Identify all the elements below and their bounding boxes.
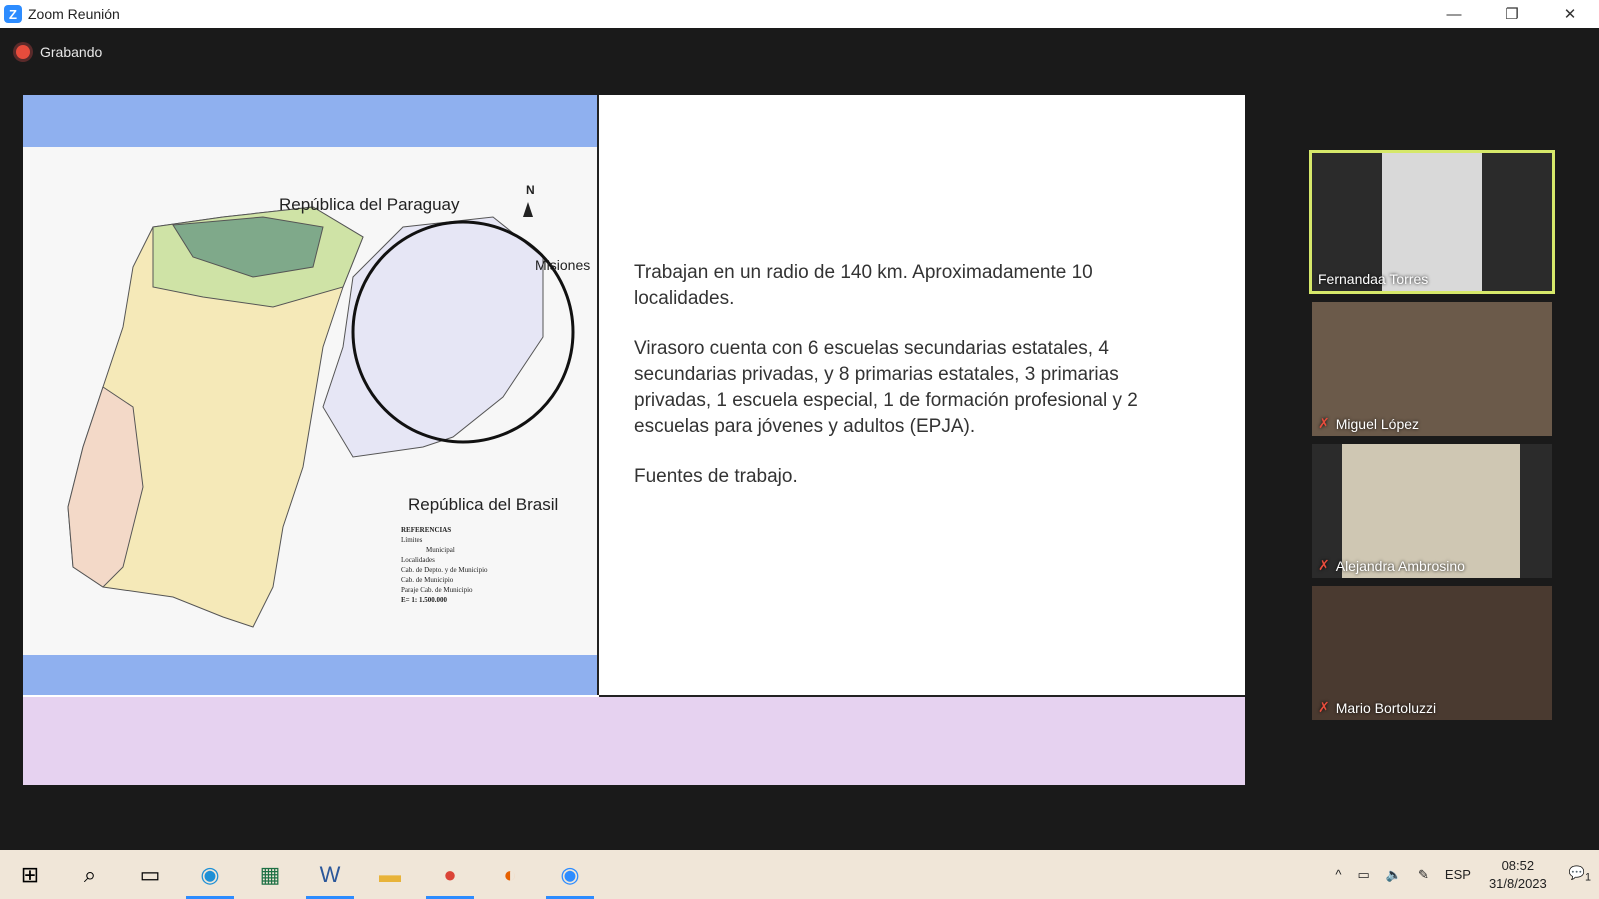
participant-tile[interactable]: ✗ Miguel López <box>1312 302 1552 436</box>
title-bar: Z Zoom Reunión — ❐ ✕ <box>0 0 1599 28</box>
excel-icon[interactable]: ▦ <box>240 850 300 899</box>
slide-paragraph: Fuentes de trabajo. <box>634 466 798 487</box>
recording-label: Grabando <box>40 44 103 60</box>
pen-icon[interactable]: ✎ <box>1418 867 1429 883</box>
participant-name-tag: ✗ Miguel López <box>1318 415 1420 432</box>
search-icon[interactable]: ⌕ <box>60 850 120 899</box>
participant-name-tag: Fernandaa Torres <box>1318 271 1429 287</box>
participant-tile[interactable]: ✗ Mario Bortoluzzi <box>1312 586 1552 720</box>
participant-gallery: Fernandaa Torres ✗ Miguel López ✗ Alejan… <box>1309 150 1558 728</box>
legend-item-3: Paraje Cab. de Municipio <box>401 586 473 594</box>
legend-item-2: Cab. de Municipio <box>401 576 454 584</box>
windows-taskbar: ⊞ ⌕ ▭ ◉ ▦ W ▬ ● ◐ ◉ ^ ▭ 🔈 ✎ ESP 08:52 31… <box>0 850 1599 899</box>
recording-indicator[interactable]: Grabando <box>16 44 102 60</box>
map-graphic <box>67 202 575 628</box>
clock-time: 08:52 <box>1501 857 1535 873</box>
legend-item-1: Cab. de Depto. y de Municipio <box>401 566 488 574</box>
chevron-up-icon[interactable]: ^ <box>1335 867 1341 882</box>
chrome-icon[interactable]: ● <box>420 850 480 899</box>
legend-municipal: Municipal <box>426 546 455 554</box>
minimize-button[interactable]: — <box>1425 0 1483 28</box>
legend-localidades: Localidades <box>401 556 435 564</box>
clock-date: 31/8/2023 <box>1488 875 1547 891</box>
shared-slide: República del Paraguay República del Bra… <box>23 95 1245 785</box>
legend-scale: E= 1: 1.500.000 <box>401 596 447 604</box>
slide-paragraph: Trabajan en un radio de 140 km. Aproxima… <box>634 262 1093 309</box>
window-title: Zoom Reunión <box>28 6 120 22</box>
legend-limits: Límites <box>401 536 423 544</box>
clock[interactable]: 08:52 31/8/2023 <box>1489 857 1547 893</box>
map-label-paraguay: República del Paraguay <box>279 195 460 214</box>
zoom-logo-icon: Z <box>4 5 22 23</box>
edge-browser-icon[interactable]: ◉ <box>180 850 240 899</box>
file-explorer-icon[interactable]: ▬ <box>360 850 420 899</box>
participant-name-tag: ✗ Mario Bortoluzzi <box>1318 699 1437 716</box>
volume-icon[interactable]: 🔈 <box>1386 867 1402 883</box>
participant-tile[interactable]: Fernandaa Torres <box>1309 150 1555 294</box>
window-controls: — ❐ ✕ <box>1425 0 1599 28</box>
battery-icon[interactable]: ▭ <box>1358 867 1370 883</box>
north-arrow-label: N <box>526 183 535 197</box>
system-tray: ^ ▭ 🔈 ✎ ESP 08:52 31/8/2023 💬1 <box>1327 850 1599 899</box>
record-icon <box>16 45 30 59</box>
map-label-brasil: República del Brasil <box>408 495 559 514</box>
legend-title: REFERENCIAS <box>401 526 452 534</box>
map-label-misiones: Misiones <box>535 257 591 273</box>
meeting-area: Grabando República del Paraguay Repúblic… <box>0 28 1599 850</box>
zoom-taskbar-icon[interactable]: ◉ <box>540 850 600 899</box>
language-indicator[interactable]: ESP <box>1445 867 1471 882</box>
slide-text-panel: Trabajan en un radio de 140 km. Aproxima… <box>599 95 1245 697</box>
notifications-icon[interactable]: 💬1 <box>1569 865 1591 884</box>
slide-footer-band <box>23 697 1245 785</box>
notification-count: 1 <box>1584 871 1591 884</box>
mic-muted-icon: ✗ <box>1318 415 1330 431</box>
participant-tile[interactable]: ✗ Alejandra Ambrosino <box>1312 444 1552 578</box>
corrientes-map: República del Paraguay República del Bra… <box>23 147 597 655</box>
map-legend: REFERENCIAS Límites Municipal Localidade… <box>401 525 488 605</box>
word-icon[interactable]: W <box>300 850 360 899</box>
mic-muted-icon: ✗ <box>1318 699 1330 715</box>
windows-start-icon[interactable]: ⊞ <box>0 850 60 899</box>
slide-paragraph: Virasoro cuenta con 6 escuelas secundari… <box>634 338 1138 437</box>
slide-body: Trabajan en un radio de 140 km. Aproxima… <box>634 260 1194 514</box>
close-button[interactable]: ✕ <box>1541 0 1599 28</box>
mic-muted-icon: ✗ <box>1318 557 1330 573</box>
participant-name-tag: ✗ Alejandra Ambrosino <box>1318 557 1465 574</box>
task-view-icon[interactable]: ▭ <box>120 850 180 899</box>
restore-button[interactable]: ❐ <box>1483 0 1541 28</box>
map-panel: República del Paraguay República del Bra… <box>23 95 599 695</box>
firefox-icon[interactable]: ◐ <box>480 850 540 899</box>
